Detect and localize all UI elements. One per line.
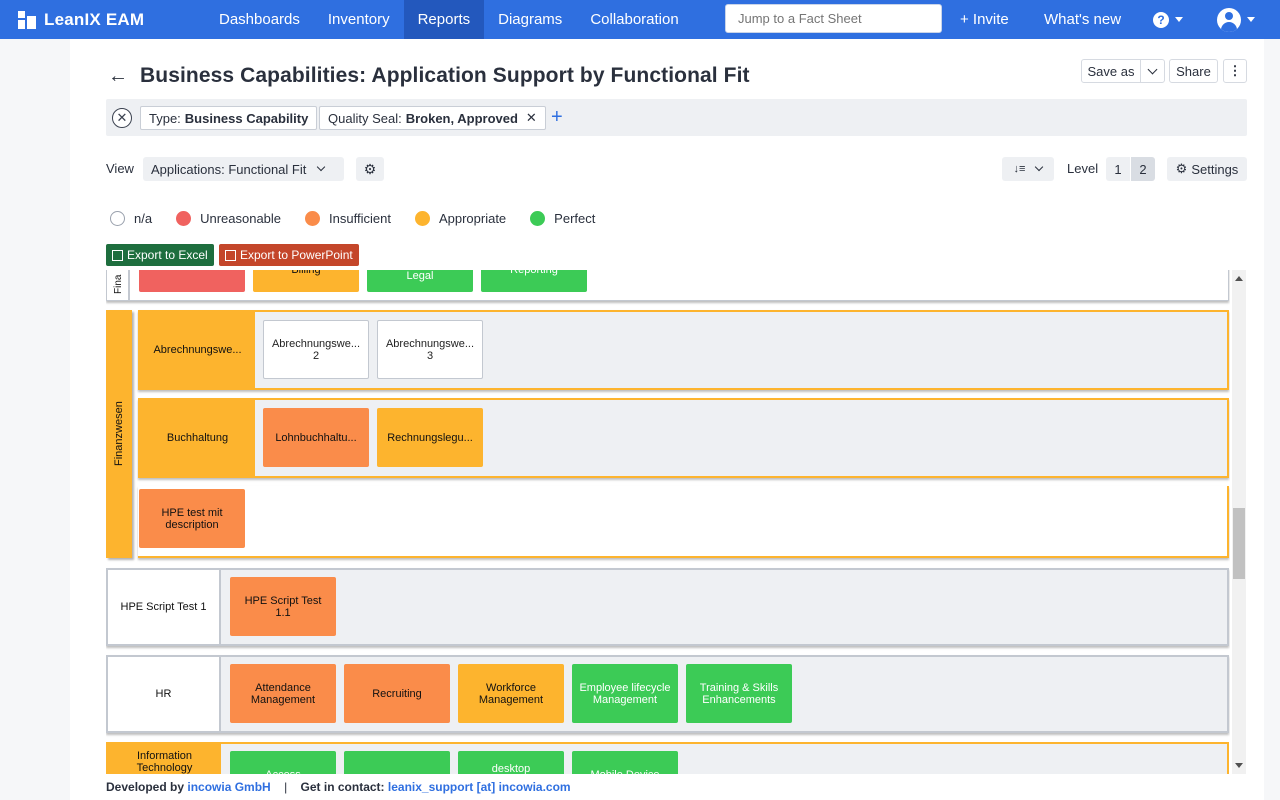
remove-filter-icon[interactable]: ✕: [526, 110, 537, 126]
application-box[interactable]: Training & Skills Enhancements: [686, 664, 792, 723]
export-icon: [225, 249, 236, 261]
whats-new-link[interactable]: What's new: [1044, 0, 1121, 39]
page-header: ← Business Capabilities: Application Sup…: [108, 60, 750, 92]
chevron-down-icon: [317, 162, 326, 172]
view-settings-gear-icon[interactable]: ⚙: [356, 157, 384, 181]
legend-dot-na: [110, 210, 125, 226]
application-box[interactable]: Access: [230, 751, 336, 774]
footer: Developed by incowia GmbH | Get in conta…: [106, 780, 571, 794]
level-label: Level: [1067, 161, 1099, 176]
application-box[interactable]: [139, 270, 245, 292]
legend-item: Insufficient: [305, 210, 391, 226]
fit-legend: n/a Unreasonable Insufficient Appropriat…: [110, 209, 619, 227]
scroll-down-arrow-icon[interactable]: [1235, 763, 1243, 768]
legend-item: Unreasonable: [176, 210, 281, 226]
save-as-button[interactable]: Save as: [1081, 59, 1141, 83]
filter-chip-quality-seal[interactable]: Quality Seal: Broken, Approved ✕: [319, 106, 546, 130]
nav-inventory[interactable]: Inventory: [314, 0, 404, 39]
application-box[interactable]: Abrechnungswe... 2: [263, 320, 369, 379]
nav-dashboards[interactable]: Dashboards: [205, 0, 314, 39]
capability-map[interactable]: Fina Billing Legal Reporting Finanzwesen…: [106, 270, 1230, 774]
filter-chip-key: Quality Seal:: [328, 110, 402, 126]
contact-link[interactable]: leanix_support [at] incowia.com: [388, 780, 571, 794]
level-1-button[interactable]: 1: [1106, 157, 1130, 181]
nav-reports[interactable]: Reports: [403, 0, 485, 39]
brand-logo[interactable]: LeanIX EAM: [0, 0, 205, 39]
leanix-logo-icon: [18, 10, 36, 29]
export-excel-button[interactable]: Export to Excel: [106, 244, 214, 266]
application-box[interactable]: HPE Script Test 1.1: [230, 577, 336, 636]
filter-chip-key: Type:: [149, 110, 181, 126]
application-box[interactable]: Abrechnungswe... 3: [377, 320, 483, 379]
legend-dot-insufficient: [305, 210, 321, 226]
invite-button[interactable]: + Invite: [960, 0, 1009, 39]
scroll-up-arrow-icon[interactable]: [1235, 276, 1243, 281]
nav-collaboration[interactable]: Collaboration: [576, 0, 692, 39]
level-2-button[interactable]: 2: [1131, 157, 1155, 181]
share-button[interactable]: Share: [1169, 59, 1218, 83]
company-link[interactable]: incowia GmbH: [187, 780, 270, 794]
avatar: [1217, 7, 1241, 32]
help-menu[interactable]: ?: [1153, 0, 1183, 39]
view-select[interactable]: Applications: Functional Fit: [143, 157, 344, 181]
settings-button[interactable]: ⚙ Settings: [1167, 157, 1247, 181]
application-box[interactable]: Recruiting: [344, 664, 450, 723]
legend-dot-perfect: [530, 210, 546, 226]
application-box[interactable]: [344, 751, 450, 774]
nav-diagrams[interactable]: Diagrams: [484, 0, 576, 39]
page-title: Business Capabilities: Application Suppo…: [140, 64, 750, 87]
application-box[interactable]: Mobile Device: [572, 751, 678, 774]
clear-filters-icon[interactable]: ✕: [112, 108, 132, 128]
capability-row-standalone: [138, 486, 1229, 558]
application-box[interactable]: Lohnbuchhaltu...: [263, 408, 369, 467]
view-label: View: [106, 161, 134, 176]
chevron-down-icon: [1175, 17, 1183, 22]
export-icon: [112, 249, 123, 261]
filter-chip-type[interactable]: Type: Business Capability: [140, 106, 318, 130]
help-icon: ?: [1153, 11, 1169, 28]
save-as-dropdown[interactable]: [1140, 59, 1165, 83]
chevron-down-icon: [1247, 17, 1255, 22]
capability-label[interactable]: Buchhaltung: [140, 400, 255, 476]
application-box[interactable]: Billing: [253, 270, 359, 292]
application-box[interactable]: Workforce Management: [458, 664, 564, 723]
legend-item: Appropriate: [414, 210, 506, 226]
application-box[interactable]: Employee lifecycle Management: [572, 664, 678, 723]
application-box[interactable]: Reporting: [481, 270, 587, 292]
application-box[interactable]: desktop: [458, 751, 564, 774]
sort-icon: ↓≡: [1013, 163, 1026, 175]
more-options-button[interactable]: ⋮: [1223, 59, 1247, 83]
scrollbar-thumb[interactable]: [1233, 508, 1245, 579]
back-arrow-icon[interactable]: ←: [108, 65, 128, 88]
legend-dot-appropriate: [414, 210, 430, 226]
sort-button[interactable]: ↓≡: [1002, 157, 1054, 181]
add-filter-icon[interactable]: +: [551, 106, 563, 128]
jump-to-factsheet-input[interactable]: [725, 4, 942, 33]
filter-chip-value: Business Capability: [184, 110, 309, 126]
capability-label[interactable]: Abrechnungswe...: [140, 312, 255, 388]
user-menu[interactable]: [1217, 0, 1255, 39]
chevron-down-icon: [1147, 64, 1158, 74]
legend-item: n/a: [110, 210, 152, 226]
export-powerpoint-button[interactable]: Export to PowerPoint: [219, 244, 359, 266]
gear-icon: ⚙: [1175, 161, 1188, 176]
capability-label[interactable]: HR: [108, 657, 221, 731]
application-box[interactable]: Legal: [367, 270, 473, 292]
legend-dot-unreasonable: [176, 210, 192, 226]
capability-label: Fina: [113, 274, 124, 294]
settings-label: Settings: [1191, 161, 1239, 177]
application-box[interactable]: Rechnungslegu...: [377, 408, 483, 467]
chevron-down-icon: [1035, 162, 1044, 172]
filter-chip-value: Broken, Approved: [405, 110, 518, 126]
capability-label[interactable]: HPE Script Test 1: [108, 570, 221, 644]
brand-name: LeanIX EAM: [44, 9, 145, 29]
capability-label: Finanzwesen: [113, 401, 125, 467]
capability-label[interactable]: Information Technology: [108, 744, 221, 774]
application-box[interactable]: Attendance Management: [230, 664, 336, 723]
view-selected-value: Applications: Functional Fit: [151, 161, 307, 177]
application-box[interactable]: HPE test mit description: [139, 489, 245, 548]
legend-item: Perfect: [530, 210, 595, 226]
